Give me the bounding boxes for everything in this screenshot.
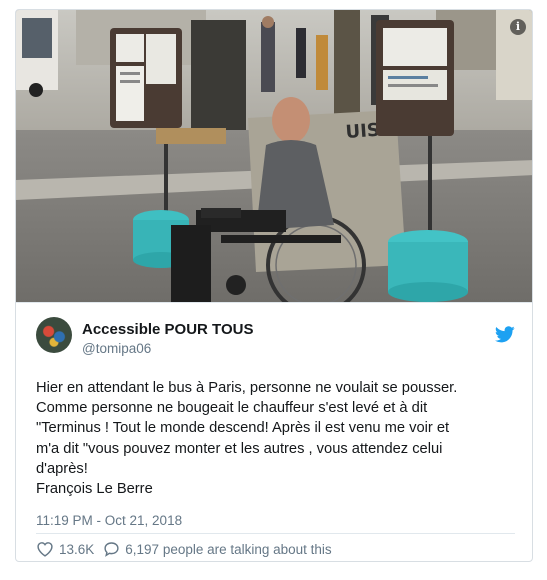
- tweet-text-line: François Le Berre: [36, 481, 153, 498]
- tweet-text-line: Hier en attendant le bus à Paris, person…: [36, 380, 458, 396]
- tweet-text-line: d'après!: [36, 460, 88, 477]
- photo-illustration: UISIBLE: [16, 10, 532, 302]
- tweet-text-line: m'a dit "vous pouvez monter et les autre…: [36, 440, 443, 457]
- display-name[interactable]: Accessible POUR TOUS: [82, 321, 253, 338]
- info-icon[interactable]: i: [510, 19, 526, 35]
- tweet-timestamp[interactable]: 11:19 PM - Oct 21, 2018: [36, 513, 182, 528]
- twitter-bird-icon[interactable]: [495, 326, 515, 343]
- tweet-actions: 13.6K 6,197 people are talking about thi…: [36, 539, 332, 559]
- like-count: 13.6K: [59, 541, 95, 557]
- comment-icon: [104, 542, 119, 557]
- conversation-link[interactable]: 6,197 people are talking about this: [103, 541, 332, 557]
- tweet-photo[interactable]: UISIBLE: [16, 10, 532, 302]
- tweet-body: Accessible POUR TOUS @tomipa06 Hier en a…: [16, 302, 532, 561]
- tweet-text-line: "Terminus ! Tout le monde descend! Après…: [36, 420, 450, 437]
- embedded-tweet-card[interactable]: UISIBLE: [15, 9, 533, 562]
- heart-icon: [37, 542, 53, 557]
- talking-text: 6,197 people are talking about this: [125, 541, 332, 557]
- like-button[interactable]: 13.6K: [36, 541, 94, 557]
- divider: [36, 533, 515, 534]
- tweet-text-line: Comme personne ne bougeait le chauffeur …: [36, 400, 428, 417]
- tweet-text: Hier en attendant le bus à Paris, person…: [36, 378, 528, 499]
- avatar[interactable]: [36, 317, 72, 353]
- user-handle[interactable]: @tomipa06: [82, 341, 151, 356]
